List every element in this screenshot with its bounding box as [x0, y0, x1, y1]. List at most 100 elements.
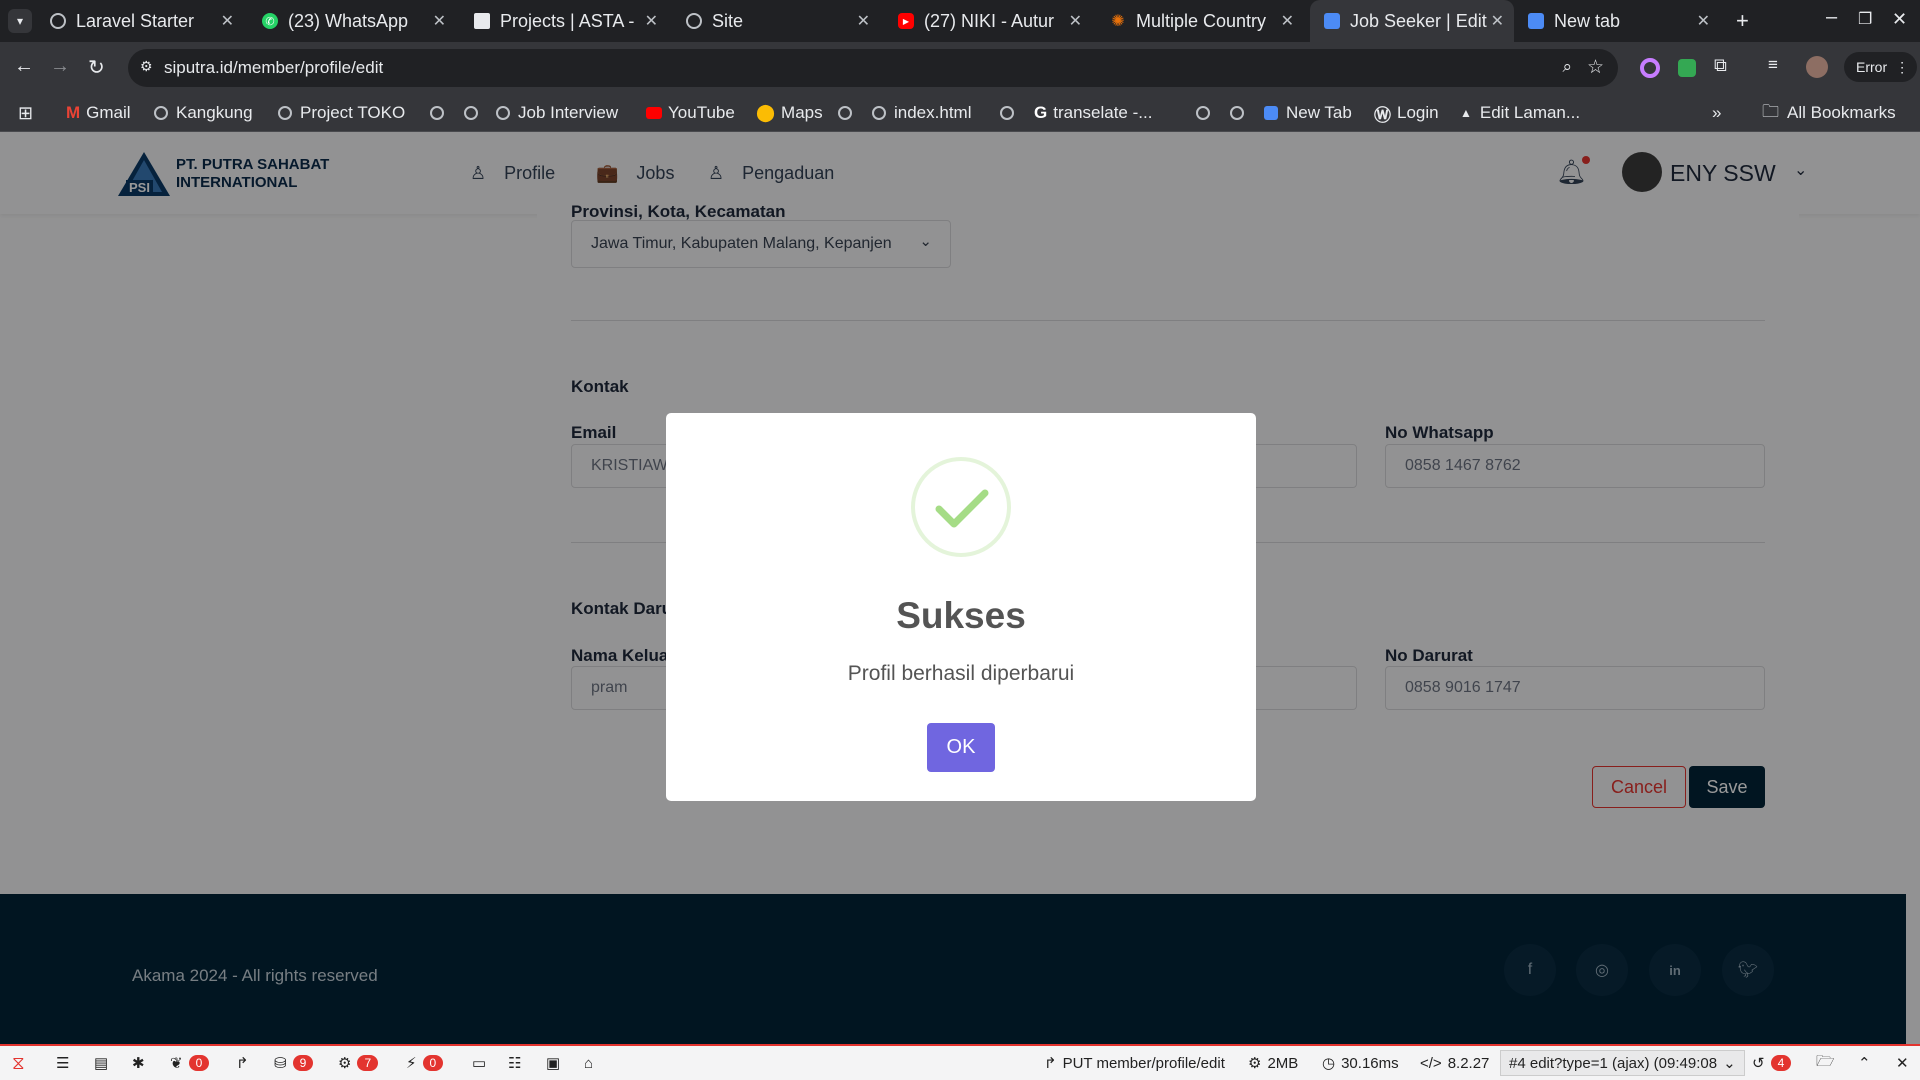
list-icon[interactable]: ☷	[508, 1046, 521, 1080]
apps-icon[interactable]: ⊞	[18, 94, 33, 132]
forward-icon[interactable]: →	[50, 55, 70, 78]
tab-multiple-country[interactable]: ✺ Multiple Country ✕	[1096, 0, 1304, 42]
new-tab-button[interactable]: +	[1736, 8, 1749, 34]
bookmark-label: transelate -...	[1053, 103, 1153, 122]
bookmark-translate[interactable]: Gtranselate -...	[1034, 94, 1152, 132]
exceptions-icon[interactable]: ✱	[132, 1046, 145, 1080]
close-icon[interactable]: ✕	[1491, 11, 1504, 31]
laravel-logo-icon[interactable]: ⧖	[12, 1046, 25, 1080]
bookmark-job-interview[interactable]: Job Interview	[496, 94, 618, 132]
views-tab[interactable]: ❦ 0	[170, 1046, 210, 1080]
close-icon[interactable]: ✕	[1697, 11, 1710, 31]
count-badge: 9	[292, 1055, 314, 1071]
ok-button[interactable]: OK	[927, 723, 995, 772]
address-bar[interactable]: ⚙ siputra.id/member/profile/edit ⌕ ☆	[128, 49, 1618, 87]
bookmark-globe-5[interactable]	[1196, 94, 1218, 132]
history-tab[interactable]: ↺ 4	[1752, 1046, 1792, 1080]
tags-icon[interactable]: ⌂	[584, 1046, 593, 1080]
time-info[interactable]: ◷ 30.16ms	[1322, 1046, 1399, 1080]
globe-icon	[278, 106, 292, 120]
bookmark-globe-6[interactable]	[1230, 94, 1252, 132]
bookmark-globe-3[interactable]	[838, 94, 860, 132]
close-window-icon[interactable]: ✕	[1892, 9, 1907, 30]
close-debugbar-icon[interactable]: ✕	[1896, 1046, 1909, 1080]
bookmark-gmail[interactable]: M Gmail	[66, 94, 131, 132]
star-icon[interactable]: ☆	[1587, 56, 1604, 79]
close-icon[interactable]: ✕	[433, 11, 446, 31]
time-text: 30.16ms	[1341, 1054, 1399, 1072]
browser-toolbar: ← → ↻ ⚙ siputra.id/member/profile/edit ⌕…	[0, 42, 1920, 94]
folder-open-icon[interactable]: 🗁	[1816, 1046, 1835, 1080]
profile-status-text: Error	[1856, 59, 1888, 75]
success-modal: Sukses Profil berhasil diperbarui OK	[666, 413, 1256, 801]
inbox-icon[interactable]: ▭	[472, 1046, 486, 1080]
minimize-icon[interactable]: –	[1826, 6, 1837, 29]
chevron-down-icon: ⌄	[1723, 1055, 1736, 1072]
models-tab[interactable]: ⚙ 7	[338, 1046, 379, 1080]
bookmark-login[interactable]: Ⓦ Login	[1374, 94, 1439, 132]
bookmark-index-html[interactable]: index.html	[872, 94, 971, 132]
bookmark-edit-laman[interactable]: ▲ Edit Laman...	[1460, 94, 1580, 132]
bookmark-youtube[interactable]: YouTube	[646, 94, 735, 132]
bookmark-kangkung[interactable]: Kangkung	[154, 94, 253, 132]
all-bookmarks[interactable]: 🗀 All Bookmarks	[1762, 94, 1896, 132]
extensions-icon[interactable]: ⧉	[1714, 55, 1727, 76]
close-icon[interactable]: ✕	[221, 11, 234, 31]
tab-new-tab[interactable]: New tab ✕	[1514, 0, 1720, 42]
memory-info[interactable]: ⚙ 2MB	[1248, 1046, 1298, 1080]
tab-title: (27) NIKI - Autur	[924, 10, 1055, 31]
back-icon[interactable]: ←	[14, 55, 34, 78]
media-icon[interactable]: ≡	[1768, 55, 1778, 75]
clock-icon: ◷	[1322, 1055, 1336, 1072]
youtube-icon: ▶	[898, 13, 914, 29]
close-icon[interactable]: ✕	[1069, 11, 1082, 31]
request-info[interactable]: ↱ PUT member/profile/edit	[1044, 1046, 1225, 1080]
reload-icon[interactable]: ↻	[88, 55, 105, 80]
tab-job-seeker[interactable]: Job Seeker | Edit ✕	[1310, 0, 1514, 42]
profile-status-button[interactable]: Error ⋮	[1844, 52, 1918, 82]
close-icon[interactable]: ✕	[1281, 11, 1294, 31]
timeline-icon[interactable]: ▤	[94, 1046, 108, 1080]
tab-youtube-niki[interactable]: ▶ (27) NIKI - Autur ✕	[884, 0, 1092, 42]
asterisk-icon: ✺	[1111, 13, 1125, 30]
bookmark-globe-4[interactable]	[1000, 94, 1022, 132]
extension-color-icon[interactable]	[1640, 58, 1660, 78]
zoom-icon[interactable]: ⌕	[1562, 57, 1572, 77]
tab-projects-asta[interactable]: Projects | ASTA - ✕	[460, 0, 668, 42]
route-icon[interactable]: ↱	[236, 1046, 249, 1080]
bookmark-globe-1[interactable]	[430, 94, 452, 132]
close-icon[interactable]: ✕	[857, 11, 870, 31]
bookmark-maps[interactable]: ⬤ Maps	[756, 94, 823, 132]
globe-icon	[1196, 106, 1210, 120]
avatar[interactable]	[1806, 56, 1828, 78]
bookmark-label: YouTube	[668, 103, 735, 122]
site-info-icon[interactable]: ⚙	[140, 58, 153, 75]
archive-icon[interactable]: ▣	[546, 1046, 560, 1080]
chevron-up-icon[interactable]: ⌃	[1858, 1046, 1871, 1080]
tab-whatsapp[interactable]: ✆ (23) WhatsApp ✕	[248, 0, 456, 42]
queries-tab[interactable]: ⛁ 9	[274, 1046, 314, 1080]
bookmark-label: Login	[1397, 103, 1439, 122]
new-tab-icon	[1264, 106, 1278, 120]
request-select[interactable]: #4 edit?type=1 (ajax) (09:49:08 ⌄	[1500, 1050, 1745, 1076]
tab-search-icon[interactable]: ▾	[8, 9, 32, 33]
bookmark-project-toko[interactable]: Project TOKO	[278, 94, 405, 132]
tab-laravel-starter[interactable]: Laravel Starter ✕	[36, 0, 244, 42]
more-bookmarks-icon[interactable]: »	[1712, 94, 1721, 132]
bookmark-label: Kangkung	[176, 103, 253, 122]
close-icon[interactable]: ✕	[645, 11, 658, 31]
php-info[interactable]: </> 8.2.27	[1420, 1046, 1489, 1080]
messages-icon[interactable]: ☰	[56, 1046, 69, 1080]
share-icon: ↱	[1044, 1055, 1057, 1072]
extension-green-icon[interactable]	[1678, 59, 1696, 77]
bookmark-globe-2[interactable]	[464, 94, 486, 132]
request-select-text: #4 edit?type=1 (ajax) (09:49:08	[1509, 1054, 1718, 1072]
bookmark-new-tab[interactable]: New Tab	[1264, 94, 1352, 132]
menu-dots-icon[interactable]: ⋮	[1895, 52, 1909, 82]
bookmarks-bar: ⊞ M Gmail Kangkung Project TOKO Job Inter…	[0, 94, 1920, 132]
globe-icon	[430, 106, 444, 120]
restore-icon[interactable]: ❐	[1858, 9, 1872, 29]
globe-icon	[838, 106, 852, 120]
events-tab[interactable]: ⚡︎ 0	[406, 1046, 444, 1080]
tab-site[interactable]: Site ✕	[672, 0, 880, 42]
